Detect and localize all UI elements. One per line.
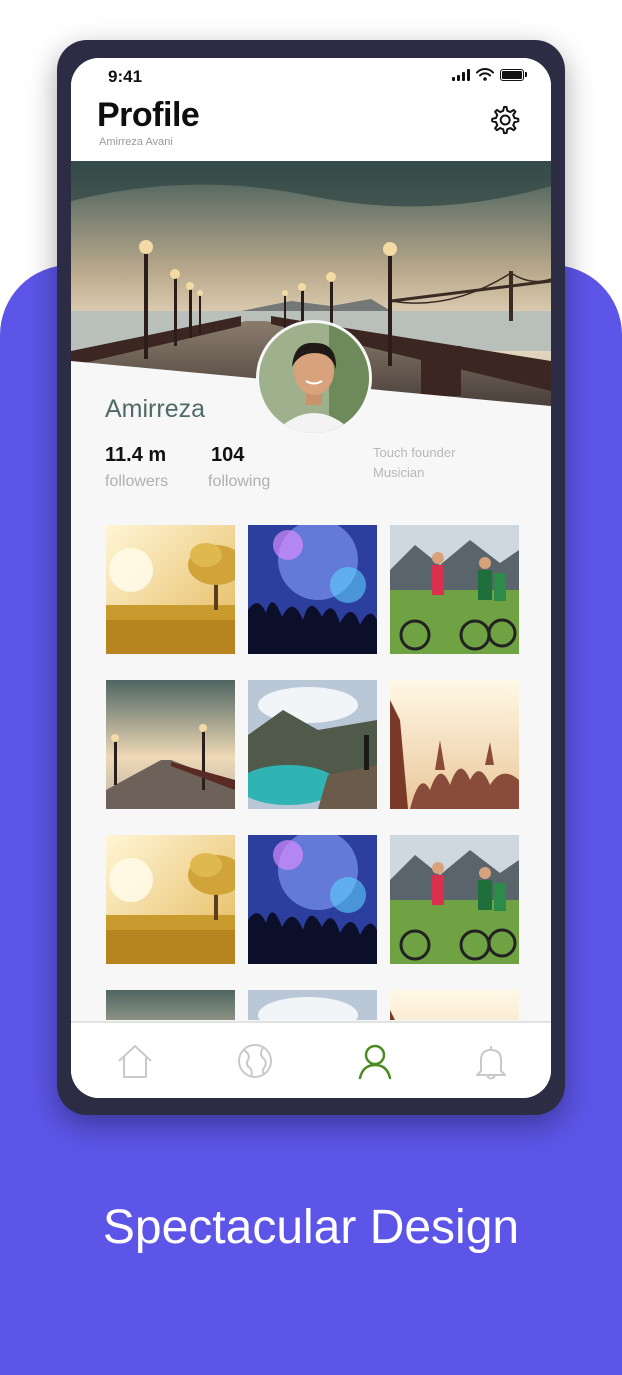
bio-line: Touch founder xyxy=(373,445,456,460)
avatar[interactable] xyxy=(256,320,372,436)
pier-photo xyxy=(106,680,235,809)
photo-tile[interactable] xyxy=(106,835,235,964)
field-photo xyxy=(106,835,235,964)
field-photo xyxy=(106,525,235,654)
nav-notifications[interactable] xyxy=(471,1041,511,1081)
photo-tile[interactable] xyxy=(390,680,519,809)
concert-photo xyxy=(248,525,377,654)
lake-photo xyxy=(248,680,377,809)
page-subtitle: Amirreza Avani xyxy=(99,136,173,148)
page-title: Profile xyxy=(97,96,200,134)
home-icon xyxy=(118,1045,152,1078)
photo-tile[interactable] xyxy=(248,525,377,654)
marketing-caption: Spectacular Design xyxy=(102,1201,520,1254)
battery-icon xyxy=(500,68,524,81)
status-icons xyxy=(452,68,527,81)
status-time: 9:41 xyxy=(108,67,143,86)
crowd-photo xyxy=(390,990,519,1020)
followers-count: 11.4 m xyxy=(105,444,167,466)
photo-tile[interactable] xyxy=(248,990,377,1020)
cyclists-photo xyxy=(390,525,519,654)
photo-grid xyxy=(106,525,519,1020)
user-icon xyxy=(358,1044,392,1080)
gear-icon xyxy=(491,106,520,135)
phone-frame: 9:41 Profile Amirreza Avani Amirreza 11.… xyxy=(57,40,565,1115)
pier-photo xyxy=(106,990,235,1020)
photo-tile[interactable] xyxy=(390,990,519,1020)
wifi-icon xyxy=(476,68,494,81)
nav-profile[interactable] xyxy=(355,1041,395,1081)
photo-tile[interactable] xyxy=(106,525,235,654)
avatar-photo xyxy=(259,323,369,433)
globe-icon xyxy=(238,1044,272,1078)
photo-tile[interactable] xyxy=(390,525,519,654)
bell-icon xyxy=(476,1046,506,1080)
photo-tile[interactable] xyxy=(248,835,377,964)
cyclists-photo xyxy=(390,835,519,964)
lake-photo xyxy=(248,990,377,1020)
nav-explore[interactable] xyxy=(235,1041,275,1081)
app-screen: 9:41 Profile Amirreza Avani Amirreza 11.… xyxy=(71,58,551,1098)
bio-line: Musician xyxy=(373,465,425,480)
app-header: 9:41 Profile Amirreza Avani xyxy=(71,58,551,161)
followers-label: followers xyxy=(105,473,169,490)
battery-tip xyxy=(525,72,527,77)
profile-name: Amirreza xyxy=(105,395,206,423)
photo-tile[interactable] xyxy=(248,680,377,809)
settings-button[interactable] xyxy=(487,104,521,138)
crowd-photo xyxy=(390,680,519,809)
nav-home[interactable] xyxy=(115,1041,155,1081)
signal-icon xyxy=(452,68,470,81)
following-label: following xyxy=(208,473,271,490)
photo-tile[interactable] xyxy=(106,680,235,809)
concert-photo xyxy=(248,835,377,964)
bottom-nav xyxy=(71,1021,551,1098)
following-count: 104 xyxy=(211,444,245,466)
photo-tile[interactable] xyxy=(106,990,235,1020)
photo-tile[interactable] xyxy=(390,835,519,964)
